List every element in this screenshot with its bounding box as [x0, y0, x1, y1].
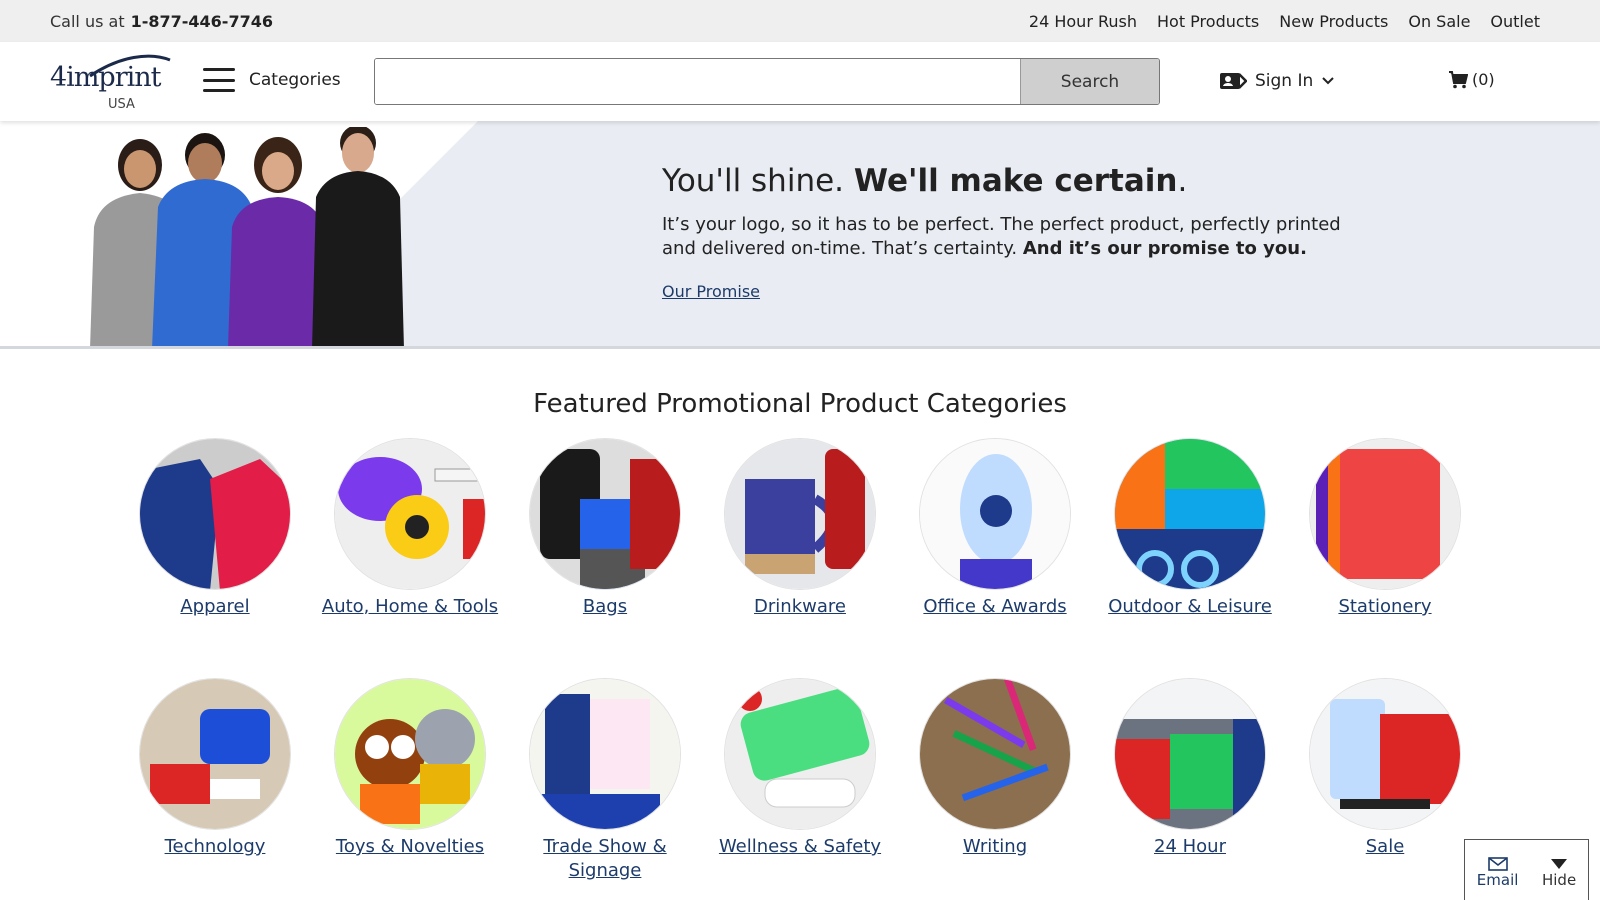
featured-title: Featured Promotional Product Categories [533, 389, 1067, 419]
category-trade-show-signage[interactable]: Trade Show & Signage [515, 678, 695, 883]
category-24-hour[interactable]: 24 Hour [1100, 678, 1280, 859]
categories-label: Categories [249, 70, 341, 90]
24-hour-image[interactable] [1114, 678, 1266, 830]
category-stationery[interactable]: Stationery [1295, 438, 1475, 619]
search-button[interactable]: Search [1020, 59, 1159, 104]
category-label[interactable]: 24 Hour [1100, 835, 1280, 859]
outdoor-leisure-image[interactable] [1114, 438, 1266, 590]
utility-links: 24 Hour Rush Hot Products New Products O… [1029, 12, 1540, 31]
hero-headline-light: You'll shine. [662, 163, 845, 199]
categories-menu-button[interactable]: Categories [203, 68, 341, 92]
sign-in-label: Sign In [1255, 71, 1314, 91]
trade-show-signage-image[interactable] [529, 678, 681, 830]
wellness-safety-image[interactable] [724, 678, 876, 830]
logo-text: 4imprint [50, 62, 161, 93]
category-label[interactable]: Toys & Novelties [320, 835, 500, 859]
sign-in-button[interactable]: Sign In [1219, 70, 1335, 92]
category-label[interactable]: Stationery [1295, 595, 1475, 619]
apparel-image[interactable] [139, 438, 291, 590]
hero-headline: You'll shine. We'll make certain. [662, 163, 1187, 199]
technology-image[interactable] [139, 678, 291, 830]
category-label[interactable]: Bags [515, 595, 695, 619]
link-on-sale[interactable]: On Sale [1408, 12, 1470, 31]
account-id-card-icon [1220, 73, 1247, 89]
category-office-awards[interactable]: Office & Awards [905, 438, 1085, 619]
utility-bar: Call us at 1-877-446-7746 24 Hour Rush Ho… [0, 0, 1600, 42]
logo-country: USA [108, 97, 135, 112]
category-label[interactable]: Office & Awards [905, 595, 1085, 619]
category-label[interactable]: Sale [1295, 835, 1475, 859]
phone-number[interactable]: 1-877-446-7746 [131, 12, 273, 31]
hero-headline-end: . [1177, 163, 1188, 199]
category-sale[interactable]: Sale [1295, 678, 1475, 859]
category-wellness-safety[interactable]: Wellness & Safety [710, 678, 890, 859]
site-logo[interactable]: 4imprint USA [50, 50, 175, 112]
email-signup-widget: Email Hide [1464, 839, 1589, 900]
drinkware-image[interactable] [724, 438, 876, 590]
category-label[interactable]: Outdoor & Leisure [1100, 595, 1280, 619]
office-awards-image[interactable] [919, 438, 1071, 590]
auto-home-tools-image[interactable] [334, 438, 486, 590]
category-label[interactable]: Wellness & Safety [710, 835, 890, 859]
hero-banner: You'll shine. We'll make certain. It’s y… [0, 121, 1600, 349]
category-drinkware[interactable]: Drinkware [710, 438, 890, 619]
stationery-image[interactable] [1309, 438, 1461, 590]
hero-body-bold: And it’s our promise to you. [1022, 238, 1307, 259]
sale-image[interactable] [1309, 678, 1461, 830]
category-writing[interactable]: Writing [905, 678, 1085, 859]
caret-down-icon [1551, 859, 1568, 869]
category-label[interactable]: Auto, Home & Tools [320, 595, 500, 619]
site-header: 4imprint USA Categories Search Sign In (… [0, 42, 1600, 121]
category-outdoor-leisure[interactable]: Outdoor & Leisure [1100, 438, 1280, 619]
category-apparel[interactable]: Apparel [125, 438, 305, 619]
call-us-label: Call us at [50, 11, 125, 31]
hero-headline-bold: We'll make certain [853, 163, 1178, 199]
hero-body: It’s your logo, so it has to be perfect.… [662, 213, 1342, 261]
envelope-icon [1487, 857, 1508, 871]
bags-image[interactable] [529, 438, 681, 590]
hide-label: Hide [1541, 871, 1577, 889]
cart-count: (0) [1472, 70, 1495, 89]
link-new-products[interactable]: New Products [1279, 12, 1388, 31]
link-outlet[interactable]: Outlet [1490, 12, 1540, 31]
category-label[interactable]: Trade Show & Signage [515, 835, 695, 883]
hide-button[interactable]: Hide [1542, 857, 1576, 889]
call-us: Call us at 1-877-446-7746 [50, 12, 273, 31]
category-bags[interactable]: Bags [515, 438, 695, 619]
cart-button[interactable]: (0) [1448, 70, 1495, 89]
email-button[interactable]: Email [1476, 857, 1519, 889]
writing-image[interactable] [919, 678, 1071, 830]
chevron-down-icon [1322, 77, 1334, 85]
link-hot-products[interactable]: Hot Products [1157, 12, 1259, 31]
category-label[interactable]: Apparel [125, 595, 305, 619]
category-label[interactable]: Drinkware [710, 595, 890, 619]
hero-people-image [90, 127, 404, 346]
our-promise-link[interactable]: Our Promise [662, 282, 760, 301]
category-label[interactable]: Writing [905, 835, 1085, 859]
category-toys-novelties[interactable]: Toys & Novelties [320, 678, 500, 859]
search-input[interactable] [375, 59, 1020, 104]
toys-novelties-image[interactable] [334, 678, 486, 830]
category-label[interactable]: Technology [125, 835, 305, 859]
hamburger-icon [203, 68, 235, 92]
link-24-hour-rush[interactable]: 24 Hour Rush [1029, 12, 1137, 31]
search-bar: Search [374, 58, 1160, 105]
category-technology[interactable]: Technology [125, 678, 305, 859]
category-auto-home-tools[interactable]: Auto, Home & Tools [320, 438, 500, 619]
cart-icon [1449, 70, 1468, 88]
email-label: Email [1476, 871, 1519, 889]
